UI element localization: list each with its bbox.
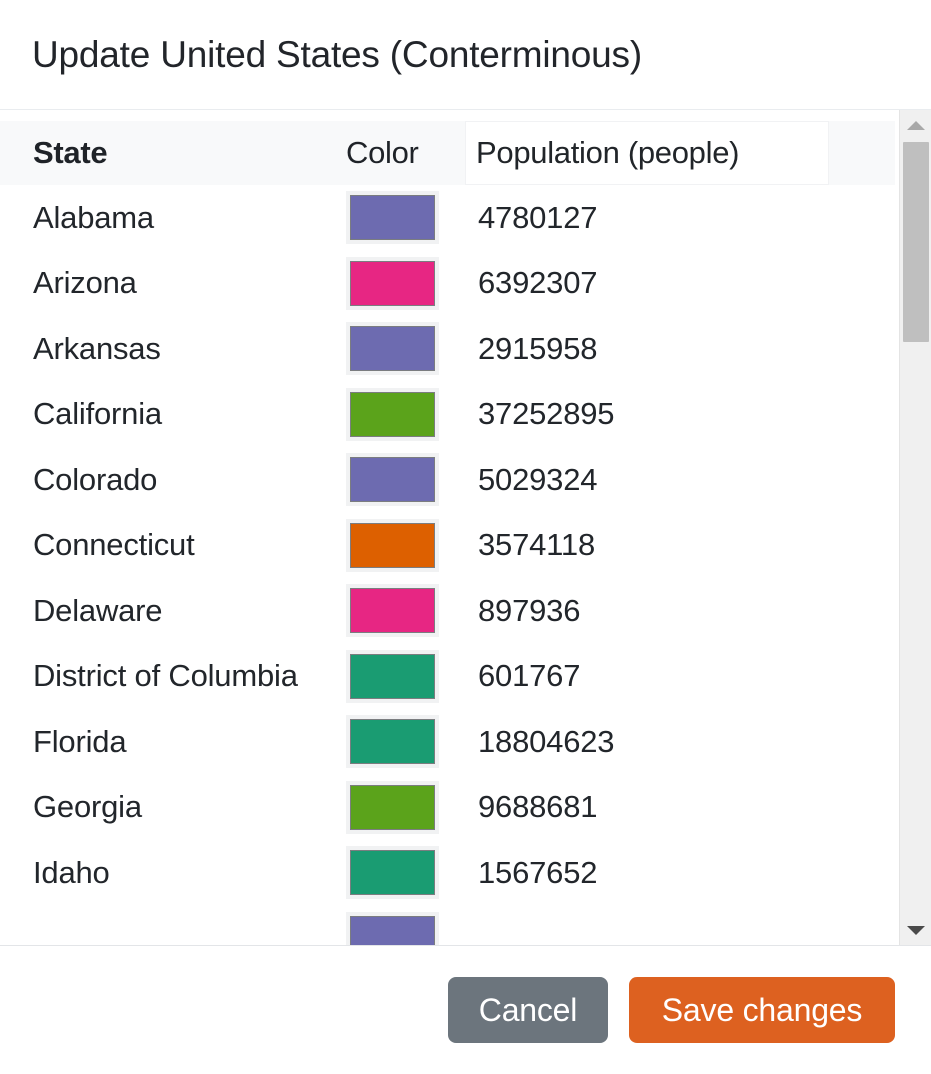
- table-row: Arkansas 2915958: [0, 316, 895, 382]
- cell-color[interactable]: [340, 382, 465, 448]
- cell-population[interactable]: 897936: [465, 578, 895, 644]
- cancel-button[interactable]: Cancel: [448, 977, 608, 1043]
- dialog-body: State Color Population (people) Alabama 4…: [0, 110, 931, 946]
- cell-population[interactable]: 37252895: [465, 382, 895, 448]
- color-swatch[interactable]: [350, 457, 435, 503]
- table-row: Alabama 4780127: [0, 185, 895, 251]
- color-swatch[interactable]: [350, 784, 435, 830]
- save-changes-button[interactable]: Save changes: [629, 977, 895, 1043]
- cell-state: Delaware: [33, 592, 163, 628]
- cell-population[interactable]: 3574118: [465, 513, 895, 579]
- table-body: Alabama 4780127 Arizona 6392307 Arkansas 2915…: [0, 185, 895, 945]
- color-swatch[interactable]: [350, 850, 435, 896]
- cell-state: California: [33, 396, 162, 432]
- cell-color[interactable]: [340, 578, 465, 644]
- dialog-header: Update United States (Conterminous): [0, 0, 931, 110]
- cell-state: Idaho: [33, 854, 110, 890]
- column-header-color-label: Color: [346, 135, 419, 170]
- color-swatch[interactable]: [350, 391, 435, 437]
- cell-population[interactable]: 4780127: [465, 185, 895, 251]
- color-swatch-wrapper[interactable]: [346, 387, 439, 441]
- cell-state: Connecticut: [33, 527, 195, 563]
- cell-population[interactable]: 9688681: [465, 775, 895, 841]
- color-swatch-wrapper[interactable]: [346, 518, 439, 572]
- cell-population[interactable]: [465, 906, 895, 946]
- cell-color[interactable]: [340, 447, 465, 513]
- color-swatch-wrapper[interactable]: [346, 256, 439, 310]
- table-header-row: State Color Population (people): [0, 121, 895, 185]
- update-dataset-dialog: Update United States (Conterminous) Stat…: [0, 0, 931, 1074]
- cell-population[interactable]: 601767: [465, 644, 895, 710]
- cell-color[interactable]: [340, 906, 465, 945]
- cell-population[interactable]: 18804623: [465, 709, 895, 775]
- table-row: Connecticut 3574118: [0, 513, 895, 579]
- table-row: Florida 18804623: [0, 709, 895, 775]
- table-row: Delaware 897936: [0, 578, 895, 644]
- color-swatch-wrapper[interactable]: [346, 584, 439, 638]
- cell-state: Arizona: [33, 265, 137, 301]
- cell-color[interactable]: [340, 775, 465, 841]
- cell-state: District of Columbia: [33, 658, 298, 694]
- color-swatch[interactable]: [350, 326, 435, 372]
- color-swatch-wrapper[interactable]: [346, 649, 439, 703]
- color-swatch[interactable]: [350, 653, 435, 699]
- cell-population[interactable]: 2915958: [465, 316, 895, 382]
- color-swatch-wrapper[interactable]: [346, 453, 439, 507]
- scrollbar-thumb[interactable]: [903, 142, 929, 342]
- dialog-footer: Cancel Save changes: [0, 946, 931, 1074]
- cell-state: Arkansas: [33, 330, 161, 366]
- cell-state: Alabama: [33, 199, 154, 235]
- population-column-name-input[interactable]: Population (people): [465, 121, 829, 185]
- table-scroll-viewport[interactable]: State Color Population (people) Alabama 4…: [0, 110, 895, 945]
- column-header-population[interactable]: Population (people): [465, 121, 895, 185]
- table-row: [0, 906, 895, 946]
- color-swatch-wrapper[interactable]: [346, 322, 439, 376]
- cell-color[interactable]: [340, 840, 465, 906]
- page-title: Update United States (Conterminous): [32, 33, 642, 75]
- color-swatch-wrapper[interactable]: [346, 191, 439, 245]
- color-swatch[interactable]: [350, 522, 435, 568]
- cell-state: Florida: [33, 723, 127, 759]
- color-swatch[interactable]: [350, 588, 435, 634]
- cell-state: Georgia: [33, 789, 142, 825]
- cell-population[interactable]: 1567652: [465, 840, 895, 906]
- table-row: California 37252895: [0, 382, 895, 448]
- color-swatch[interactable]: [350, 915, 435, 945]
- table-row: Idaho 1567652: [0, 840, 895, 906]
- scroll-up-arrow-icon[interactable]: [900, 110, 931, 140]
- column-header-state-label: State: [33, 135, 108, 170]
- cell-color[interactable]: [340, 709, 465, 775]
- color-swatch-wrapper[interactable]: [346, 780, 439, 834]
- color-swatch[interactable]: [350, 260, 435, 306]
- cell-color[interactable]: [340, 644, 465, 710]
- scroll-down-arrow-icon[interactable]: [900, 915, 931, 945]
- color-swatch-wrapper[interactable]: [346, 911, 439, 945]
- table-row: District of Columbia 601767: [0, 644, 895, 710]
- table-row: Georgia 9688681: [0, 775, 895, 841]
- cell-population[interactable]: 6392307: [465, 251, 895, 317]
- cell-state: Colorado: [33, 461, 158, 497]
- table-row: Arizona 6392307: [0, 251, 895, 317]
- color-swatch-wrapper[interactable]: [346, 715, 439, 769]
- cell-state: [0, 906, 340, 946]
- cell-color[interactable]: [340, 513, 465, 579]
- color-swatch[interactable]: [350, 195, 435, 241]
- color-swatch[interactable]: [350, 719, 435, 765]
- vertical-scrollbar[interactable]: [899, 110, 931, 945]
- cell-color[interactable]: [340, 251, 465, 317]
- table-header: State Color Population (people): [0, 121, 895, 185]
- cell-color[interactable]: [340, 185, 465, 251]
- cell-color[interactable]: [340, 316, 465, 382]
- table-row: Colorado 5029324: [0, 447, 895, 513]
- state-population-table: State Color Population (people) Alabama 4…: [0, 121, 895, 945]
- color-swatch-wrapper[interactable]: [346, 846, 439, 900]
- column-header-color[interactable]: Color: [340, 121, 465, 185]
- cell-population[interactable]: 5029324: [465, 447, 895, 513]
- column-header-state[interactable]: State: [0, 121, 340, 185]
